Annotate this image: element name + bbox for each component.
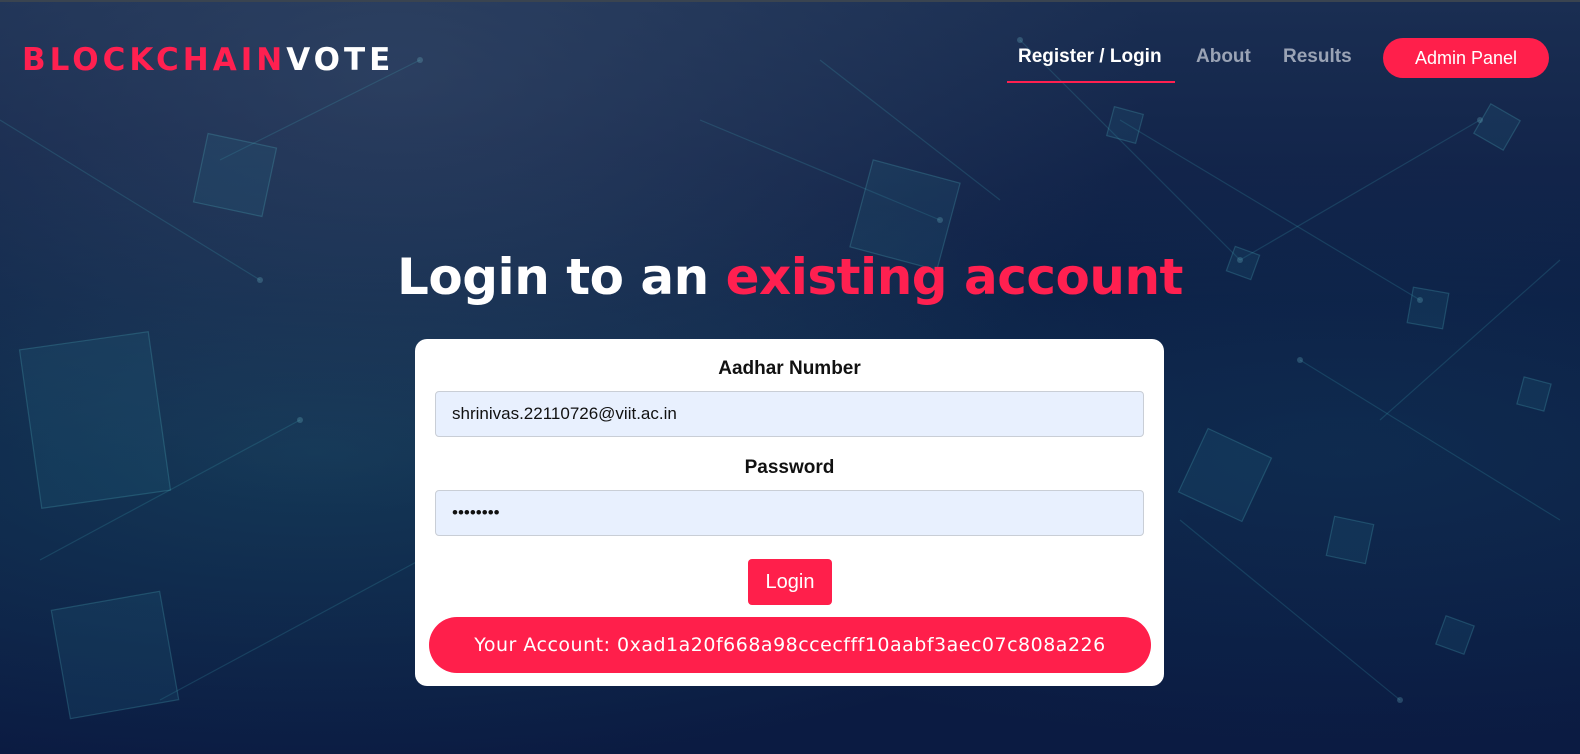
top-border xyxy=(0,0,1580,2)
login-card: Aadhar Number shrinivas.22110726@viit.ac… xyxy=(415,339,1164,686)
brand-logo-part1: BLOCKCHAIN xyxy=(22,42,287,78)
page-title-highlight: existing account xyxy=(725,248,1184,306)
account-address-badge: Your Account: 0xad1a20f668a98ccecfff10aa… xyxy=(429,617,1151,673)
nav-results[interactable]: Results xyxy=(1283,46,1352,68)
brand-logo[interactable]: BLOCKCHAINVOTE xyxy=(22,42,394,78)
brand-logo-part2: VOTE xyxy=(286,42,395,78)
nav-register-login[interactable]: Register / Login xyxy=(1018,46,1162,68)
page-title-part1: Login to an xyxy=(397,248,726,306)
nav-about[interactable]: About xyxy=(1196,46,1251,68)
aadhar-input[interactable]: shrinivas.22110726@viit.ac.in xyxy=(435,391,1144,437)
admin-panel-button[interactable]: Admin Panel xyxy=(1383,38,1549,78)
password-input[interactable]: •••••••• xyxy=(435,490,1144,536)
aadhar-label: Aadhar Number xyxy=(718,358,861,379)
nav-active-underline xyxy=(1007,81,1175,83)
page-title: Login to an existing account xyxy=(0,248,1580,306)
password-label: Password xyxy=(744,457,835,478)
login-button[interactable]: Login xyxy=(748,559,832,605)
